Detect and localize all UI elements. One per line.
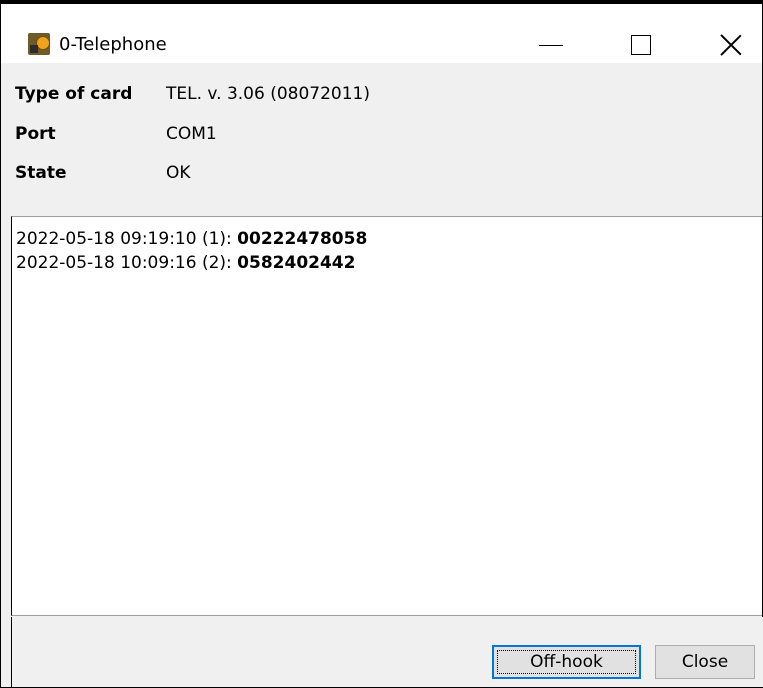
close-window-button[interactable] [707,28,755,62]
off-hook-button[interactable]: Off-hook [492,645,641,679]
info-row-type-of-card: Type of card TEL. v. 3.06 (08072011) [15,81,370,107]
close-button[interactable]: Close [655,645,755,679]
close-icon [720,34,742,56]
telephone-card-icon [28,33,50,55]
maximize-button[interactable] [617,28,665,62]
log-entry-number: 00222478058 [237,229,368,249]
log-entry-timestamp: 2022-05-18 10:09:16 (2): [16,253,238,273]
info-value: COM1 [166,124,217,144]
log-entry-number: 0582402442 [237,253,356,273]
log-entry: 2022-05-18 09:19:10 (1): 00222478058 [16,227,762,251]
focus-ring [497,650,636,674]
info-value: TEL. v. 3.06 (08072011) [166,84,370,104]
log-entry-timestamp: 2022-05-18 09:19:10 (1): [16,229,238,249]
info-value: OK [166,163,191,183]
info-row-state: State OK [15,160,191,186]
info-label: Port [15,124,56,144]
window-title: 0-Telephone [59,34,167,55]
info-row-port: Port COM1 [15,121,217,147]
call-log[interactable]: 2022-05-18 09:19:10 (1): 00222478058 202… [11,216,762,616]
minimize-button[interactable] [527,28,575,62]
info-label: Type of card [15,84,133,104]
telephone-window: 0-Telephone Type of card TEL. v. 3.06 (0… [0,0,763,688]
info-label: State [15,163,67,183]
button-bar: Off-hook Close [11,617,763,687]
maximize-icon [631,35,651,55]
title-bar[interactable]: 0-Telephone [1,1,762,64]
card-info-panel: Type of card TEL. v. 3.06 (08072011) Por… [1,63,762,215]
minimize-icon [539,44,563,46]
log-entry: 2022-05-18 10:09:16 (2): 0582402442 [16,251,762,275]
